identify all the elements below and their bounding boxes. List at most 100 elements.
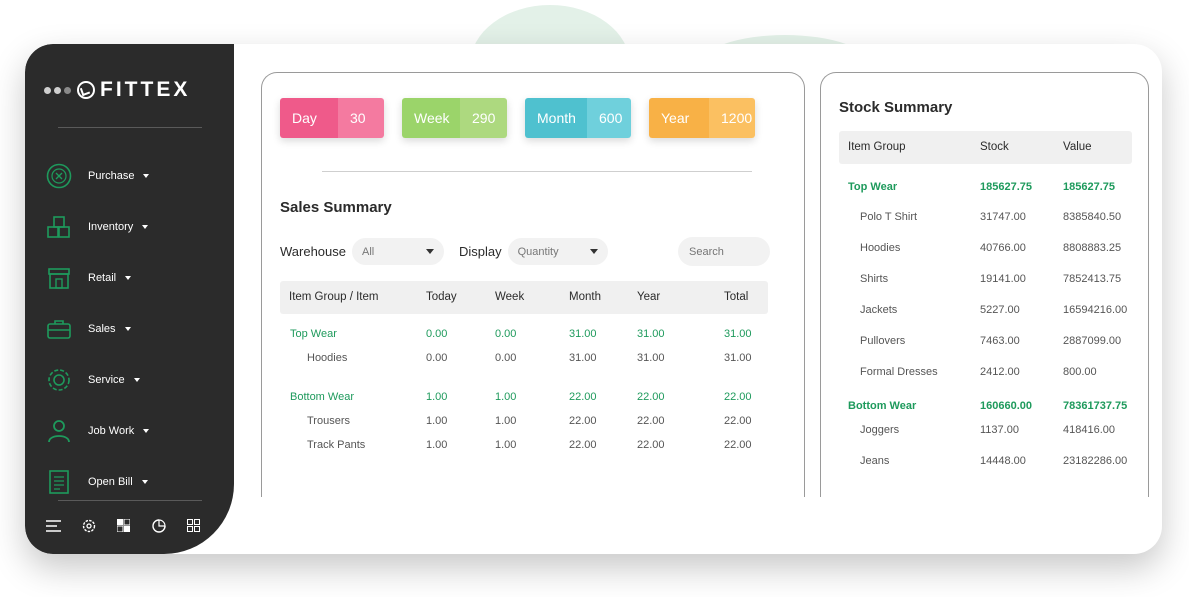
- row-name: Polo T Shirt: [860, 211, 918, 223]
- cell-month: 22.00: [569, 391, 597, 403]
- table-row[interactable]: Top Wear 185627.75 185627.75: [839, 181, 1132, 199]
- chevron-down-icon: [143, 428, 150, 433]
- table-row[interactable]: Pullovers 7463.00 2887099.00: [839, 335, 1132, 353]
- cell-stock: 40766.00: [980, 242, 1026, 254]
- cell-value: 185627.75: [1063, 181, 1115, 193]
- logo: FITTEX: [44, 78, 190, 102]
- table-row[interactable]: Hoodies 40766.00 8808883.25: [839, 242, 1132, 260]
- table-row[interactable]: Formal Dresses 2412.00 800.00: [839, 366, 1132, 384]
- sidebar-toolbar: [46, 518, 201, 533]
- sidebar-item-job-work[interactable]: Job Work: [45, 405, 150, 456]
- table-row[interactable]: Track Pants 1.00 1.00 22.00 22.00 22.00: [280, 439, 768, 459]
- retail-icon: [45, 264, 73, 292]
- cell-value: 16594216.00: [1063, 304, 1128, 316]
- gear-icon[interactable]: [81, 518, 96, 533]
- sidebar-item-label: Job Work: [88, 424, 135, 437]
- row-name: Top Wear: [848, 181, 898, 193]
- cell-today: 1.00: [426, 415, 448, 427]
- cell-year: 22.00: [637, 391, 665, 403]
- stat-label: Day: [280, 98, 338, 138]
- sidebar-item-label: Purchase: [88, 169, 135, 182]
- stat-month[interactable]: Month 600: [525, 98, 631, 138]
- cell-stock: 1137.00: [980, 424, 1019, 436]
- chevron-down-icon: [143, 173, 150, 178]
- display-select[interactable]: Quantity: [507, 238, 608, 265]
- sidebar-item-retail[interactable]: Retail: [45, 252, 149, 303]
- stock-panel: Stock Summary Item Group Stock Value Top…: [820, 72, 1149, 497]
- cell-value: 78361737.75: [1063, 400, 1128, 412]
- sidebar-item-purchase[interactable]: Purchase: [45, 150, 150, 201]
- table-row[interactable]: Jeans 14448.00 23182286.00: [839, 455, 1132, 473]
- cell-stock: 14448.00: [980, 455, 1026, 467]
- table-row[interactable]: Hoodies 0.00 0.00 31.00 31.00 31.00: [280, 352, 768, 372]
- cell-month: 31.00: [569, 352, 597, 364]
- table-row[interactable]: Top Wear 0.00 0.00 31.00 31.00 31.00: [280, 328, 768, 348]
- row-name: Pullovers: [860, 335, 906, 347]
- row-name: Trousers: [307, 415, 350, 427]
- table-row[interactable]: Bottom Wear 1.00 1.00 22.00 22.00 22.00: [280, 391, 768, 411]
- table-row[interactable]: Shirts 19141.00 7852413.75: [839, 273, 1132, 291]
- cell-year: 31.00: [637, 328, 665, 340]
- stat-day[interactable]: Day 30: [280, 98, 384, 138]
- warehouse-select[interactable]: All: [352, 238, 444, 265]
- cell-stock: 2412.00: [980, 366, 1020, 378]
- cell-year: 22.00: [637, 439, 665, 451]
- row-name: Joggers: [860, 424, 900, 436]
- cell-total: 22.00: [724, 391, 752, 403]
- row-name: Track Pants: [307, 439, 366, 451]
- app-window: FITTEX Purchase Inventory Retail Sales S…: [25, 44, 1162, 554]
- row-name: Shirts: [860, 273, 889, 285]
- cell-total: 31.00: [724, 352, 752, 364]
- chevron-down-icon: [125, 275, 132, 280]
- chevron-down-icon: [133, 377, 140, 382]
- cell-total: 22.00: [724, 415, 752, 427]
- sidebar-item-label: Sales: [88, 322, 116, 335]
- table-row[interactable]: Bottom Wear 160660.00 78361737.75: [839, 400, 1132, 418]
- column-header: Stock: [980, 141, 1009, 153]
- brand-name: FITTEX: [100, 78, 191, 101]
- row-name: Top Wear: [290, 328, 337, 340]
- column-header: Item Group / Item: [289, 291, 379, 303]
- cell-stock: 7463.00: [980, 335, 1020, 347]
- purchase-icon: [45, 162, 73, 190]
- cell-stock: 160660.00: [980, 400, 1032, 412]
- menu-icon[interactable]: [46, 518, 61, 533]
- stat-week[interactable]: Week 290: [402, 98, 507, 138]
- cell-value: 23182286.00: [1063, 455, 1128, 467]
- cell-week: 1.00: [495, 415, 517, 427]
- row-name: Bottom Wear: [848, 400, 917, 412]
- section-divider: [322, 171, 752, 172]
- layout-icon[interactable]: [116, 518, 131, 533]
- stat-label: Year: [649, 98, 709, 138]
- sidebar-item-inventory[interactable]: Inventory: [45, 201, 149, 252]
- cell-today: 0.00: [426, 352, 448, 364]
- sales-filters: Warehouse All Display Quantity: [280, 237, 770, 266]
- table-row[interactable]: Trousers 1.00 1.00 22.00 22.00 22.00: [280, 415, 768, 435]
- cell-total: 31.00: [724, 328, 752, 340]
- stock-summary-title: Stock Summary: [839, 99, 953, 116]
- chevron-down-icon: [589, 249, 598, 254]
- cell-value: 8808883.25: [1063, 242, 1122, 254]
- sales-icon: [45, 315, 73, 343]
- cell-stock: 185627.75: [980, 181, 1032, 193]
- stat-label: Month: [525, 98, 587, 138]
- column-header: Month: [569, 291, 601, 303]
- row-name: Bottom Wear: [290, 391, 354, 403]
- cell-week: 0.00: [495, 328, 517, 340]
- sales-panel: Day 30 Week 290 Month 600 Year 1200 Sale…: [261, 72, 805, 497]
- table-row[interactable]: Joggers 1137.00 418416.00: [839, 424, 1132, 442]
- stat-value: 600: [587, 98, 631, 138]
- search-input[interactable]: [678, 237, 770, 266]
- table-row[interactable]: Jackets 5227.00 16594216.00: [839, 304, 1132, 322]
- cell-month: 22.00: [569, 415, 597, 427]
- warehouse-value: All: [362, 245, 375, 258]
- sidebar-item-service[interactable]: Service: [45, 354, 149, 405]
- table-row[interactable]: Polo T Shirt 31747.00 8385840.50: [839, 211, 1132, 229]
- sidebar-item-sales[interactable]: Sales: [45, 303, 149, 354]
- stat-year[interactable]: Year 1200: [649, 98, 755, 138]
- grid-icon[interactable]: [186, 518, 201, 533]
- report-icon[interactable]: [151, 518, 166, 533]
- sales-summary-title: Sales Summary: [280, 199, 392, 216]
- column-header: Value: [1063, 141, 1092, 153]
- sidebar-item-label: Service: [88, 373, 125, 386]
